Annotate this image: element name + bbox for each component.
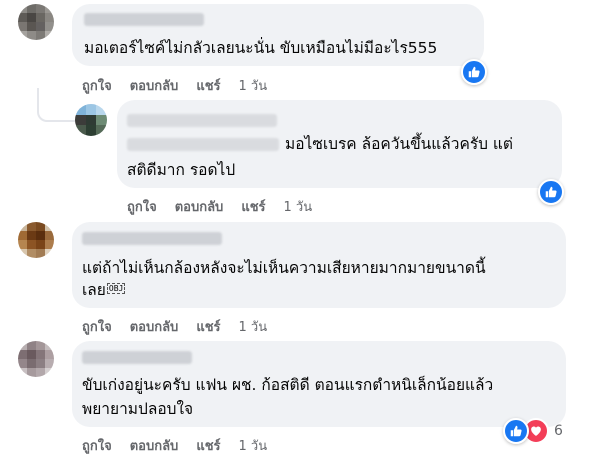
reaction-summary[interactable]: 6: [503, 418, 563, 444]
timestamp[interactable]: 1 วัน: [239, 435, 268, 456]
comment-actions: ถูกใจ ตอบกลับ แชร์ 1 วัน: [127, 196, 312, 217]
comment-actions: ถูกใจ ตอบกลับ แชร์ 1 วัน: [82, 316, 267, 337]
commenter-name[interactable]: [84, 13, 204, 26]
reply-link[interactable]: ตอบกลับ: [130, 75, 179, 96]
object-replacement-glyph: OBJ: [106, 283, 126, 294]
comment-bubble: มอเตอร์ไซค์ไม่กลัวเลยนะนั่น ขับเหมือนไม่…: [72, 4, 484, 66]
comment-bubble: มอไซเบรค ล้อควันขึ้นแล้วครับ แต่ สติดีมา…: [117, 100, 562, 188]
reaction-badge: [503, 418, 529, 444]
thumbs-up-icon: [545, 186, 557, 198]
comment-text: เลย: [82, 281, 106, 299]
reaction-badge[interactable]: [461, 59, 487, 85]
commenter-name-continued[interactable]: [127, 138, 279, 151]
share-link[interactable]: แชร์: [241, 196, 265, 217]
comment-text: ขับเก่งอยู่นะครับ แฟน ผช. ก้อสติดี ตอนแร…: [82, 376, 494, 394]
like-link[interactable]: ถูกใจ: [127, 196, 157, 217]
thumbs-up-icon: [468, 66, 480, 78]
reaction-badge[interactable]: [538, 179, 564, 205]
reply-link[interactable]: ตอบกลับ: [175, 196, 224, 217]
comment-actions: ถูกใจ ตอบกลับ แชร์ 1 วัน: [82, 75, 267, 96]
timestamp[interactable]: 1 วัน: [284, 196, 313, 217]
commenter-name[interactable]: [127, 114, 277, 127]
share-link[interactable]: แชร์: [196, 316, 220, 337]
commenter-name[interactable]: [82, 232, 222, 245]
avatar[interactable]: [18, 4, 54, 40]
share-link[interactable]: แชร์: [196, 435, 220, 456]
commenter-name[interactable]: [82, 351, 192, 364]
share-link[interactable]: แชร์: [196, 75, 220, 96]
comment-text: แต่ถ้าไม่เห็นกล้องหลังจะไม่เห็นความเสียห…: [82, 259, 486, 277]
reply-link[interactable]: ตอบกลับ: [130, 316, 179, 337]
reaction-count: 6: [554, 423, 563, 439]
avatar[interactable]: [18, 341, 54, 377]
comment-text: มอเตอร์ไซค์ไม่กลัวเลยนะนั่น ขับเหมือนไม่…: [84, 39, 438, 57]
thumbs-up-icon: [510, 425, 522, 437]
timestamp[interactable]: 1 วัน: [239, 316, 268, 337]
avatar[interactable]: [18, 222, 54, 258]
comment-text-last-line: เลย OBJ: [82, 278, 126, 302]
comment-bubble: ขับเก่งอยู่นะครับ แฟน ผช. ก้อสติดี ตอนแร…: [72, 341, 566, 427]
reply-link[interactable]: ตอบกลับ: [130, 435, 179, 456]
like-link[interactable]: ถูกใจ: [82, 316, 112, 337]
comment-actions: ถูกใจ ตอบกลับ แชร์ 1 วัน: [82, 435, 267, 456]
comment-bubble: แต่ถ้าไม่เห็นกล้องหลังจะไม่เห็นความเสียห…: [72, 222, 566, 308]
avatar[interactable]: [75, 104, 107, 136]
like-link[interactable]: ถูกใจ: [82, 75, 112, 96]
comment-text: มอไซเบรค ล้อควันขึ้นแล้วครับ แต่: [285, 135, 513, 153]
thread-connector: [37, 88, 77, 122]
timestamp[interactable]: 1 วัน: [239, 75, 268, 96]
comment-text: สติดีมาก รอดไป: [127, 161, 236, 179]
comment-text: พยายามปลอบใจ: [82, 400, 194, 418]
heart-icon: [531, 426, 541, 436]
like-link[interactable]: ถูกใจ: [82, 435, 112, 456]
